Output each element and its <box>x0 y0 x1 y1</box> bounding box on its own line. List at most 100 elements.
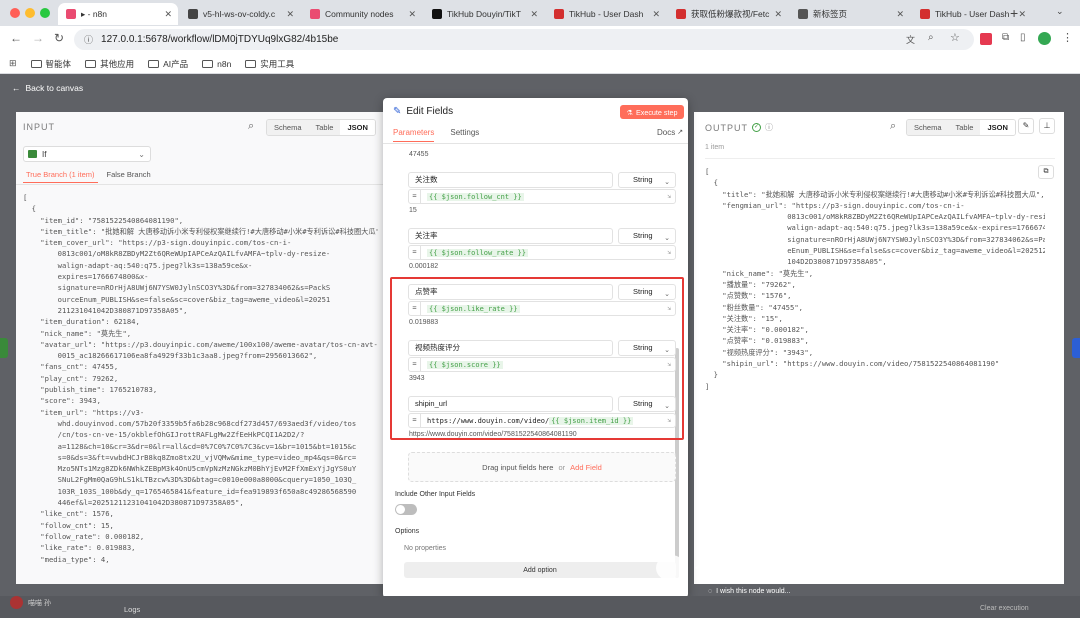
output-view-toggle[interactable]: Schema Table JSON <box>906 119 1016 136</box>
browser-menu-icon[interactable]: ⋮ <box>1062 31 1073 44</box>
back-arrow-icon[interactable]: ← <box>10 31 22 45</box>
tab-title: Community nodes <box>325 9 394 19</box>
input-view-schema[interactable]: Schema <box>267 120 309 135</box>
edit-output-icon[interactable]: ✎ <box>1018 118 1034 134</box>
browser-tab[interactable]: ▸ - n8n ✕ <box>58 3 178 25</box>
bookmark-folder[interactable]: 其他应用 <box>85 58 134 70</box>
input-view-toggle[interactable]: Schema Table JSON <box>266 119 376 136</box>
zoom-icon[interactable]: ⌕ <box>928 32 934 43</box>
tab-title: ▸ - n8n <box>81 8 108 19</box>
close-tab-icon[interactable]: ✕ <box>896 9 904 20</box>
field-name-input[interactable]: 关注率 <box>408 228 613 244</box>
tab-favicon-icon <box>188 9 198 19</box>
json-line: "follow_cnt": 15, <box>23 520 114 530</box>
extension-icon[interactable] <box>980 33 992 45</box>
input-node-select[interactable]: If ⌄ <box>23 146 151 162</box>
new-tab-button[interactable]: + <box>1010 5 1018 21</box>
assignment-field: 关注率 String ⌄ ={{ $json.follow_rate }} ⇲ 0.000… <box>408 228 676 272</box>
bookmark-label: 智能体 <box>45 58 72 69</box>
extensions-puzzle-icon[interactable]: ⧉ <box>1002 32 1009 43</box>
json-line: SNuL2FgMm0QaG9hLS1kLTBzcw%3D%3D&btag=c00… <box>23 475 357 485</box>
url-input[interactable]: ⓘ 127.0.0.1:5678/workflow/lDM0jTDYUq9lxG… <box>74 29 974 50</box>
folder-icon <box>30 59 42 68</box>
back-arrow-icon: ← <box>12 83 21 93</box>
close-tab-icon[interactable]: ✕ <box>286 9 294 20</box>
sidebar-toggle-icon[interactable]: ▯ <box>1020 32 1026 43</box>
json-line: whd.douyinvod.com/57b20f3359b5fa6b28c968… <box>23 418 357 428</box>
browser-tab[interactable]: 新标签页 ✕ <box>790 3 910 25</box>
output-view-table[interactable]: Table <box>948 120 981 135</box>
close-tab-icon[interactable]: ✕ <box>164 9 172 20</box>
field-type-select[interactable]: String ⌄ <box>618 228 676 244</box>
close-tab-icon[interactable]: ✕ <box>774 9 782 20</box>
execute-step-button[interactable]: ⚗ Execute step <box>620 105 684 119</box>
tab-list-chevron-icon[interactable]: ⌄ <box>1056 6 1064 17</box>
field-type-select[interactable]: String ⌄ <box>618 172 676 188</box>
json-line: 0813c001/oM8kR8ZBDyM2Zt6QReWUpIAPCeAzQAI… <box>705 212 1045 222</box>
clear-execution-button[interactable]: Clear execution <box>980 605 1029 612</box>
folder-icon <box>202 59 214 68</box>
logs-label[interactable]: Logs <box>124 605 140 614</box>
field-value-input[interactable]: ={{ $json.follow_rate }} ⇲ <box>408 245 676 260</box>
back-to-canvas-link[interactable]: ← Back to canvas <box>12 83 83 93</box>
drag-fields-zone[interactable]: Drag input fields here or Add Field <box>408 452 676 482</box>
field-value-input[interactable]: ={{ $json.follow_cnt }} ⇲ <box>408 189 676 204</box>
output-json-view: [ { "title": "批她和解 大唐移动诉小米专利侵权案继续行!#大唐移动… <box>705 166 1045 426</box>
user-avatar[interactable] <box>10 596 23 609</box>
search-icon[interactable]: ⌕ <box>890 120 896 133</box>
add-field-link[interactable]: Add Field <box>570 463 602 472</box>
bookmark-folder[interactable]: 智能体 <box>30 58 72 70</box>
close-tab-icon[interactable]: ✕ <box>652 9 660 20</box>
pencil-icon: ✎ <box>393 106 402 117</box>
add-option-button[interactable]: Add option <box>404 562 676 578</box>
divider <box>705 158 1055 159</box>
zoom-window-button[interactable] <box>40 8 50 18</box>
browser-tab[interactable]: Community nodes ✕ <box>302 3 422 25</box>
tab-title: TikHub - User Dash <box>569 9 644 19</box>
tab-true-branch[interactable]: True Branch (1 item) <box>23 170 98 183</box>
input-view-table[interactable]: Table <box>308 120 341 135</box>
site-info-icon[interactable]: ⓘ <box>84 33 93 46</box>
bookmark-folder[interactable]: 实用工具 <box>245 58 294 70</box>
apps-grid-icon[interactable]: ⊞ <box>9 58 17 69</box>
tab-favicon-icon <box>920 9 930 19</box>
expand-editor-icon[interactable]: ⇲ <box>667 249 671 256</box>
browser-tab[interactable]: TikHub Douyin/TikT ✕ <box>424 3 544 25</box>
json-line: "avatar_url": "https://p3.douyinpic.com/… <box>23 339 378 349</box>
translate-icon[interactable]: 文 <box>906 33 915 46</box>
tab-settings[interactable]: Settings <box>450 128 479 142</box>
search-icon[interactable]: ⌕ <box>248 120 254 133</box>
json-line: "play_cnt": 79262, <box>23 373 119 383</box>
output-view-schema[interactable]: Schema <box>907 120 949 135</box>
expand-editor-icon[interactable]: ⇲ <box>667 193 671 200</box>
tab-parameters[interactable]: Parameters <box>393 128 435 142</box>
docs-link[interactable]: Docs ↗ <box>657 128 683 137</box>
browser-tab[interactable]: v5-hl-ws-ov-coldy.c ✕ <box>180 3 300 25</box>
input-view-json[interactable]: JSON <box>340 120 375 135</box>
minimize-window-button[interactable] <box>25 8 35 18</box>
tab-false-branch[interactable]: False Branch <box>104 170 154 183</box>
field-name-input[interactable]: 关注数 <box>408 172 613 188</box>
close-tab-icon[interactable]: ✕ <box>408 9 416 20</box>
include-other-toggle[interactable] <box>395 504 417 515</box>
profile-avatar[interactable] <box>1038 32 1051 45</box>
reload-icon[interactable]: ↻ <box>54 31 64 45</box>
highlight-box <box>390 277 684 440</box>
bookmarks-bar: ⊞ 智能体 其他应用 AI产品 n8n 实用工具 <box>0 54 1080 74</box>
json-line: [ <box>23 193 28 202</box>
browser-tab[interactable]: TikHub - User Dash ✕ <box>546 3 666 25</box>
feedback-prompt[interactable]: ◌ I wish this node would... <box>708 588 791 595</box>
browser-tab[interactable]: 获取低粉爆款视/Fetc ✕ <box>668 3 788 25</box>
forward-arrow-icon[interactable]: → <box>32 31 44 45</box>
pin-data-icon[interactable]: ⊥ <box>1039 118 1055 134</box>
close-tab-icon[interactable]: ✕ <box>530 9 538 20</box>
close-tab-icon[interactable]: ✕ <box>1018 9 1026 20</box>
close-window-button[interactable] <box>10 8 20 18</box>
bookmark-folder[interactable]: AI产品 <box>148 58 188 70</box>
json-line: "点赞数": "1576", <box>705 291 792 301</box>
bookmark-folder[interactable]: n8n <box>202 58 231 70</box>
divider <box>16 184 384 185</box>
json-line: "like_rate": 0.019883, <box>23 543 136 553</box>
bookmark-star-icon[interactable]: ☆ <box>950 31 960 44</box>
output-view-json[interactable]: JSON <box>980 120 1015 135</box>
